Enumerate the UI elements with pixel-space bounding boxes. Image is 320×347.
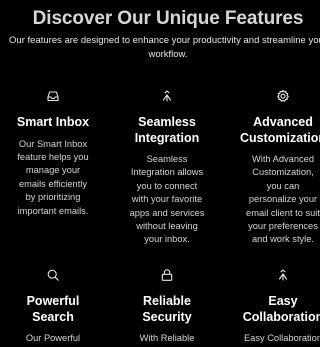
feature-desc-line: apps and services: [129, 207, 205, 218]
feature-desc-line: Our Smart Inbox: [18, 138, 88, 149]
gear-icon: [276, 89, 290, 103]
feature-desc-line: With Reliable: [139, 333, 195, 343]
feature-desc-line: you can: [266, 180, 300, 191]
feature-title: Reliable Security: [114, 294, 220, 325]
feature-description: Our Powerful: [0, 332, 106, 345]
feature-desc-line: With Advanced: [251, 154, 314, 164]
lock-icon: [160, 268, 174, 282]
feature-desc-line: email client to suit: [246, 207, 320, 218]
feature-title: Seamless Integration: [114, 115, 220, 146]
feature-desc-line: Our Powerful: [25, 333, 81, 343]
feature-title-line: Advanced: [253, 115, 313, 129]
feature-card-reliable-security: Reliable Security With Reliable: [114, 268, 220, 345]
feature-title-line: Security: [142, 309, 192, 324]
feature-desc-line: Seamless: [146, 154, 188, 164]
feature-desc-line: Integration allows: [130, 167, 204, 178]
section-subtitle: Our features are designed to enhance you…: [0, 34, 320, 61]
feature-desc-line: emails efficiently: [18, 178, 88, 189]
feature-card-powerful-search: Powerful Search Our Powerful: [0, 268, 106, 345]
feature-card-seamless-integration: Seamless Integration Seamless Integratio…: [114, 89, 220, 247]
feature-title-line: Collaboration: [242, 309, 320, 324]
feature-title-line: Easy: [268, 294, 298, 308]
feature-title: Advanced Customization: [230, 115, 320, 146]
feature-title: Smart Inbox: [0, 115, 106, 131]
feature-desc-line: you to connect: [136, 180, 198, 191]
feature-description: Easy Collaboration: [230, 332, 320, 345]
feature-description: Our Smart Inbox feature helps you manage…: [0, 138, 106, 218]
feature-title-line: Customization: [239, 130, 320, 145]
feature-description: Seamless Integration allows you to conne…: [114, 153, 220, 247]
feature-title-line: Reliable: [143, 294, 191, 308]
feature-desc-line: without leaving: [136, 221, 198, 232]
feature-title: Easy Collaboration: [230, 294, 320, 325]
feature-title-line: Search: [32, 309, 74, 324]
feature-desc-line: personalize your: [248, 194, 318, 205]
feature-card-smart-inbox: Smart Inbox Our Smart Inbox feature help…: [0, 89, 106, 218]
feature-title-line: Powerful: [26, 294, 80, 308]
feature-desc-line: manage your: [25, 165, 81, 176]
feature-desc-line: your inbox.: [144, 234, 190, 245]
feature-desc-line: Easy Collaboration: [243, 333, 320, 343]
feature-desc-line: important emails.: [17, 205, 89, 216]
feature-desc-line: your preferences: [248, 221, 318, 232]
search-icon: [46, 268, 60, 282]
feature-desc-line: with your favorite: [131, 194, 203, 205]
feature-title-line: Integration: [134, 130, 200, 145]
feature-card-advanced-customization: Advanced Customization With Advanced Cus…: [230, 89, 320, 247]
feature-description: With Reliable: [114, 332, 220, 345]
feature-title: Powerful Search: [0, 294, 106, 325]
collaboration-icon: [276, 268, 290, 282]
feature-description: With Advanced Customization, you can per…: [230, 153, 320, 247]
feature-title-line: Seamless: [138, 115, 196, 129]
subtitle-line: Our features are designed to enhance you…: [9, 35, 320, 46]
integration-icon: [160, 89, 174, 103]
feature-desc-line: feature helps you: [17, 151, 89, 162]
section-title: Discover Our Unique Features: [32, 8, 304, 29]
feature-desc-line: by prioritizing: [25, 192, 81, 203]
feature-card-easy-collaboration: Easy Collaboration Easy Collaboration: [230, 268, 320, 345]
features-section: Discover Our Unique Features Our feature…: [0, 0, 320, 347]
feature-title-line: Smart Inbox: [16, 115, 90, 129]
subtitle-line: workflow.: [148, 48, 188, 60]
feature-desc-line: and work style.: [251, 234, 314, 245]
feature-desc-line: Customization,: [252, 167, 314, 178]
inbox-icon: [46, 89, 60, 103]
